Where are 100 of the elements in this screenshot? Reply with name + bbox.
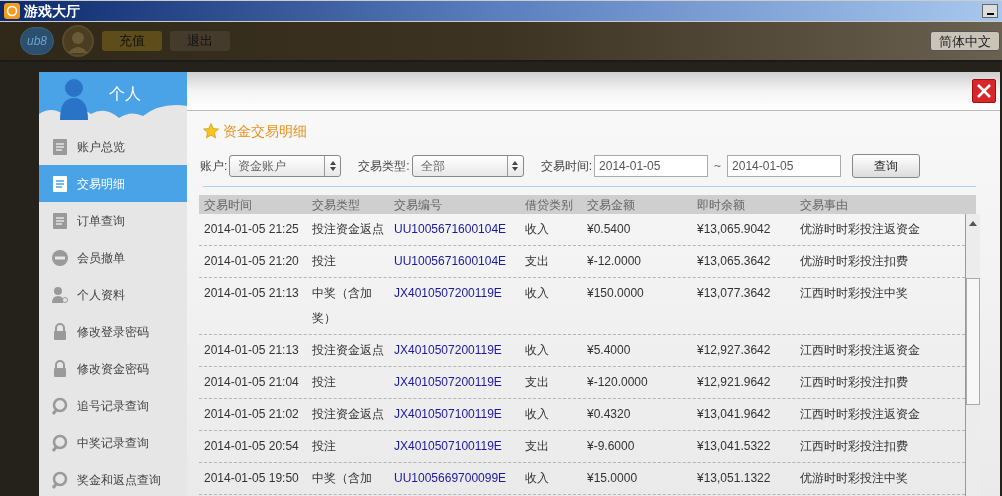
scroll-up-icon: [969, 221, 977, 226]
query-button[interactable]: 查询: [852, 154, 921, 178]
reason-cell-text: 江西时时彩投注返资金: [799, 406, 921, 423]
reason-cell-text: 江西时时彩投注扣费: [799, 374, 909, 391]
sidebar-item[interactable]: 订单查询: [39, 202, 187, 239]
amount-cell-text: ¥0.5400: [586, 221, 632, 238]
language-button[interactable]: 简体中文: [930, 31, 1000, 51]
amount-cell-text: ¥-120.0000: [586, 374, 649, 391]
balance-cell-text: ¥12,927.3642: [696, 342, 772, 359]
direction-cell-text: 收入: [524, 221, 550, 238]
time-cell-text: 2014-01-05 20:54: [203, 438, 300, 455]
time-cell-text: 2014-01-05 19:50: [203, 470, 300, 487]
amount-cell-text: ¥0.4320: [586, 406, 632, 423]
time-cell-text: 2014-01-05 21:13: [203, 285, 300, 302]
sidebar-item[interactable]: 追号记录查询: [39, 387, 187, 424]
column-header: 交易金额: [586, 196, 636, 214]
type-cell-text: 投注: [311, 374, 337, 391]
account-select[interactable]: 资金账户: [229, 155, 342, 177]
sidebar-item[interactable]: 修改登录密码: [39, 313, 187, 350]
direction-cell-text: 收入: [524, 470, 550, 487]
amount-cell-text: ¥-12.0000: [586, 253, 643, 270]
reason-cell-text: 优游时时彩投注返资金: [799, 221, 921, 238]
column-header: 交易类型: [311, 196, 361, 214]
minimize-button[interactable]: [982, 4, 998, 18]
date-label: 交易时间:: [540, 158, 593, 175]
sidebar-item[interactable]: 中奖记录查询: [39, 424, 187, 461]
transaction-id-link[interactable]: JX4010507100119E: [389, 402, 520, 427]
person-search-icon: [51, 285, 69, 304]
transaction-id-link[interactable]: UU1005671600104E: [389, 217, 520, 242]
sidebar-item[interactable]: 修改资金密码: [39, 350, 187, 387]
transaction-id-link[interactable]: JX4010507200119E: [389, 281, 520, 331]
magnifier-icon: [51, 433, 69, 452]
avatar-icon: [62, 25, 94, 57]
direction-cell-text: 支出: [524, 253, 550, 270]
type-cell-text: 中奖（含加: [311, 470, 373, 487]
type-cell-text: 投注: [311, 438, 337, 455]
window-title: 游戏大厅: [24, 1, 81, 21]
time-cell-text: 2014-01-05 21:04: [203, 374, 300, 391]
amount-cell-text: ¥150.0000: [586, 285, 645, 302]
reason-cell-text: 江西时时彩投注返资金: [799, 342, 921, 359]
date-separator: ~: [714, 158, 722, 175]
transaction-id-link[interactable]: JX4010507200119E: [389, 338, 520, 363]
lock-icon: [51, 359, 69, 378]
balance-cell-text: ¥13,065.3642: [696, 253, 772, 270]
scrollbar[interactable]: [965, 214, 980, 496]
balance-cell-text: ¥13,041.9642: [696, 406, 772, 423]
balance-cell-text: ¥13,077.3642: [696, 285, 772, 302]
type-cell-text: 中奖（含加奖）: [311, 285, 373, 327]
transaction-id-link[interactable]: JX4010507100119E: [389, 434, 520, 459]
date-to-field[interactable]: 2014-01-05: [727, 155, 842, 177]
amount-cell-text: ¥5.4000: [586, 342, 632, 359]
type-cell-text: 投注资金返点: [311, 406, 385, 423]
document-icon: [51, 137, 69, 156]
direction-cell-text: 支出: [524, 374, 550, 391]
sidebar-item[interactable]: 会员撤单: [39, 239, 187, 276]
column-header: 即时余额: [696, 196, 746, 214]
close-button[interactable]: [972, 79, 996, 103]
star-icon: [203, 123, 219, 139]
scroll-thumb[interactable]: [966, 278, 980, 405]
close-icon: [977, 84, 991, 98]
direction-cell-text: 收入: [524, 285, 550, 302]
transaction-id-link[interactable]: UU1005669700099E: [389, 466, 520, 491]
magnifier-icon: [51, 470, 69, 489]
time-cell-text: 2014-01-05 21:25: [203, 221, 300, 238]
document-icon: [51, 211, 69, 230]
type-cell-text: 投注资金返点: [311, 221, 385, 238]
amount-cell-text: ¥-9.6000: [586, 438, 636, 455]
spinner-arrows-icon: [329, 161, 336, 171]
direction-cell-text: 收入: [524, 406, 550, 423]
type-select[interactable]: 全部: [411, 155, 524, 177]
magnifier-icon: [51, 396, 69, 415]
amount-cell-text: ¥15.0000: [586, 470, 639, 487]
column-header: 交易编号: [393, 196, 443, 214]
balance-cell-text: ¥13,041.5322: [696, 438, 772, 455]
sidebar-item[interactable]: 奖金和返点查询: [39, 461, 187, 496]
sidebar-title: 个人: [109, 84, 141, 104]
reason-cell-text: 江西时时彩投注中奖: [799, 285, 909, 302]
column-header: 借贷类别: [524, 196, 574, 214]
panel-title: 资金交易明细: [223, 121, 307, 141]
column-header: 交易时间: [203, 196, 253, 214]
reason-cell-text: 优游时时彩投注中奖: [799, 470, 909, 487]
app-logo-icon: [4, 3, 20, 19]
time-cell-text: 2014-01-05 21:13: [203, 342, 300, 359]
transaction-id-link[interactable]: UU1005671600104E: [389, 249, 520, 274]
balance-cell-text: ¥13,051.1322: [696, 470, 772, 487]
time-cell-text: 2014-01-05 21:02: [203, 406, 300, 423]
sidebar-item[interactable]: 账户总览: [39, 128, 187, 165]
column-header: 交易事由: [799, 196, 849, 214]
transaction-id-link[interactable]: JX4010507200119E: [389, 370, 520, 395]
time-cell-text: 2014-01-05 21:20: [203, 253, 300, 270]
direction-cell-text: 收入: [524, 342, 550, 359]
reason-cell-text: 江西时时彩投注扣费: [799, 438, 909, 455]
date-from-field[interactable]: 2014-01-05: [594, 155, 709, 177]
minus-circle-icon: [51, 248, 69, 267]
document-icon: [51, 174, 69, 193]
type-cell-text: 投注: [311, 253, 337, 270]
type-cell-text: 投注资金返点: [311, 342, 385, 359]
spinner-arrows-icon: [512, 161, 519, 171]
balance-cell-text: ¥12,921.9642: [696, 374, 772, 391]
sidebar-item[interactable]: 个人资料: [39, 276, 187, 313]
